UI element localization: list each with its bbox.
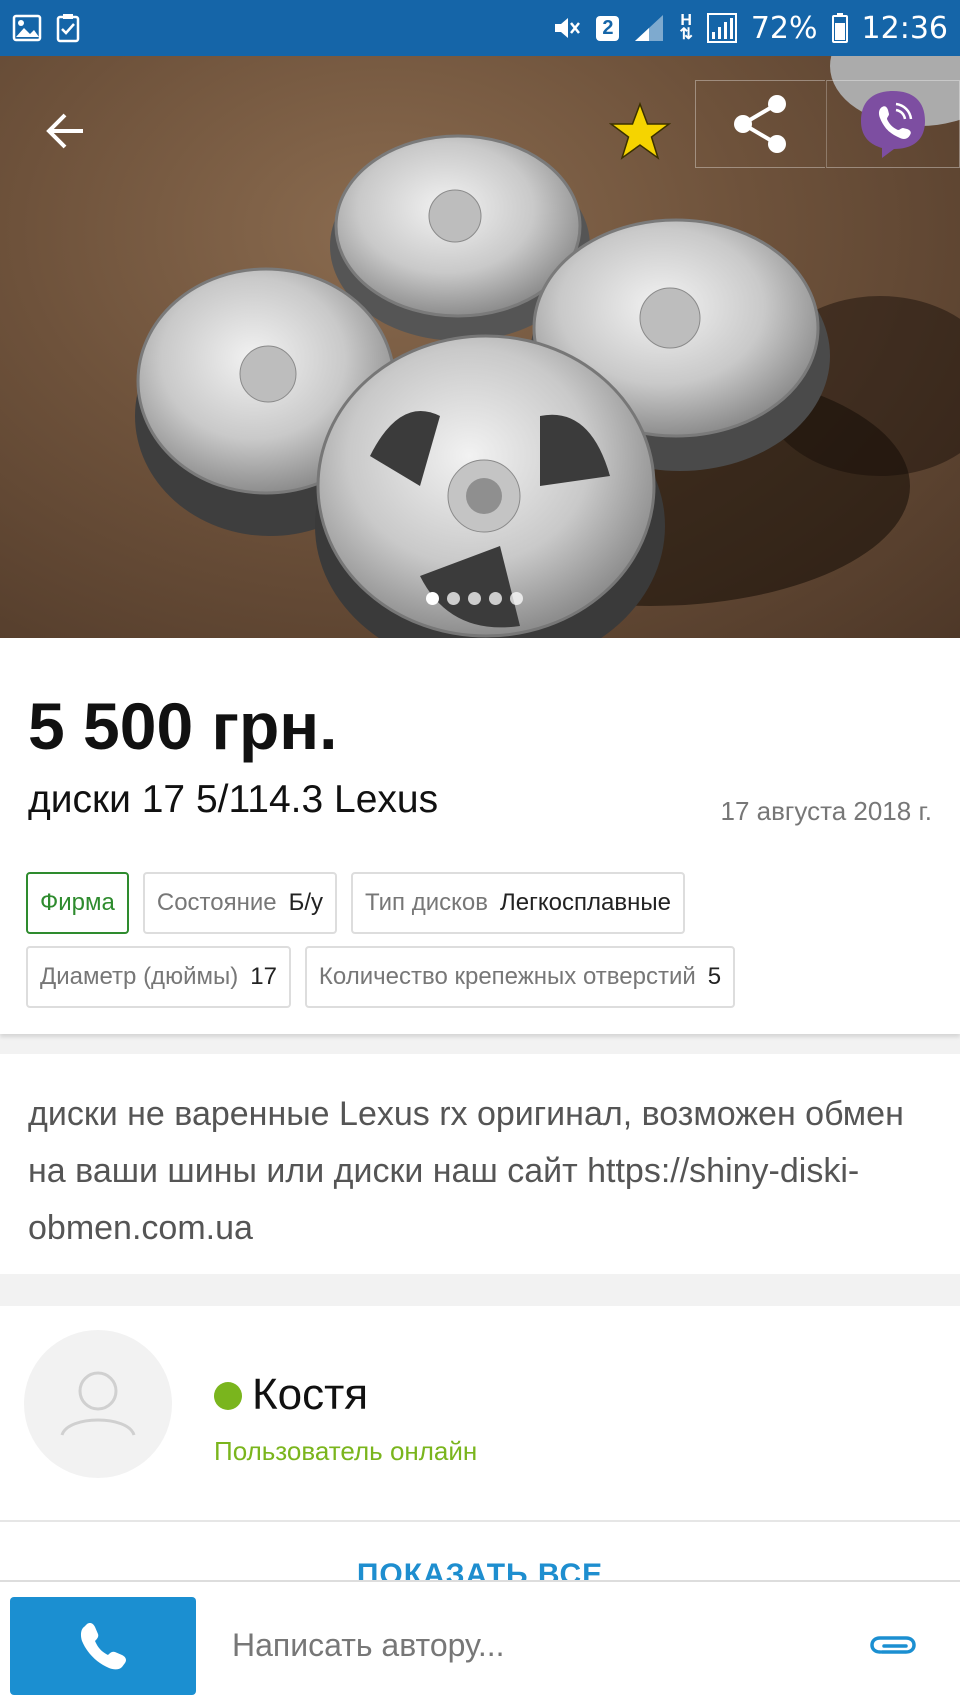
back-arrow-icon [46, 113, 83, 149]
seller-status: Пользователь онлайн [214, 1436, 478, 1466]
tag-label: Тип дисков [365, 889, 488, 916]
clock: 12:36 [861, 10, 948, 46]
status-bar: 2 H ⇅ 72% 12:36 [0, 0, 960, 56]
tag-firma[interactable]: Фирма [26, 872, 129, 934]
call-button[interactable] [10, 1597, 196, 1695]
tag-label: Состояние [156, 889, 277, 916]
image-icon [12, 14, 42, 42]
network-type-icon: H ⇅ [679, 12, 693, 43]
listing-title: диски 17 5/114.3 Lexus [28, 778, 439, 821]
star-icon [609, 102, 671, 160]
listing-date: 17 августа 2018 г. [720, 796, 932, 826]
paperclip-icon [870, 1636, 916, 1654]
price: 5 500 грн. [28, 689, 338, 763]
favorite-button[interactable] [600, 92, 680, 172]
parameter-tags: Фирма Состояние Б/у Тип дисков Легкоспла… [26, 872, 936, 1008]
back-button[interactable] [30, 96, 100, 166]
seller-name[interactable]: Костя [252, 1370, 368, 1420]
gallery-dot[interactable] [510, 592, 523, 605]
attach-button[interactable] [866, 1620, 920, 1670]
mute-icon [552, 14, 582, 42]
description-text: диски не варенные Lexus rx оригинал, воз… [28, 1095, 904, 1247]
sim-badge: 2 [596, 15, 620, 41]
divider [0, 1520, 960, 1522]
gallery-dot[interactable] [447, 592, 460, 605]
gallery-dot[interactable] [489, 592, 502, 605]
tag-diameter[interactable]: Диаметр (дюймы) 17 [26, 946, 291, 1008]
share-button[interactable] [695, 80, 825, 168]
description-section: диски не варенные Lexus rx оригинал, воз… [0, 1054, 960, 1274]
online-indicator [214, 1382, 242, 1410]
avatar[interactable] [24, 1330, 172, 1478]
tag-condition[interactable]: Состояние Б/у [142, 872, 338, 934]
gallery-dot[interactable] [426, 592, 439, 605]
signal-strength-icon [706, 13, 737, 43]
tag-value: Легкосплавные [500, 889, 671, 916]
message-input[interactable] [232, 1606, 832, 1684]
listing-info: 5 500 грн. диски 17 5/114.3 Lexus 17 авг… [0, 638, 960, 1034]
tag-value: Б/у [288, 889, 324, 916]
task-icon [56, 13, 80, 43]
viber-icon [861, 91, 925, 158]
tag-value: 17 [250, 963, 277, 990]
gallery-pagination[interactable] [426, 592, 523, 605]
battery-icon [831, 13, 848, 43]
tag-bolt-holes[interactable]: Количество крепежных отверстий 5 [304, 946, 736, 1008]
viber-button[interactable] [826, 80, 960, 168]
share-icon [733, 95, 786, 153]
battery-percent: 72% [750, 10, 818, 46]
gallery-dot[interactable] [468, 592, 481, 605]
photo-gallery[interactable] [0, 56, 960, 638]
user-placeholder-icon [60, 1371, 136, 1436]
tag-label: Диаметр (дюймы) [40, 963, 239, 990]
tag-label: Количество крепежных отверстий [318, 963, 696, 990]
phone-icon [80, 1623, 126, 1670]
tag-wheel-type[interactable]: Тип дисков Легкосплавные [351, 872, 685, 934]
signal-icon [633, 13, 665, 43]
tag-value: 5 [707, 963, 722, 990]
bottom-action-bar [0, 1580, 960, 1707]
